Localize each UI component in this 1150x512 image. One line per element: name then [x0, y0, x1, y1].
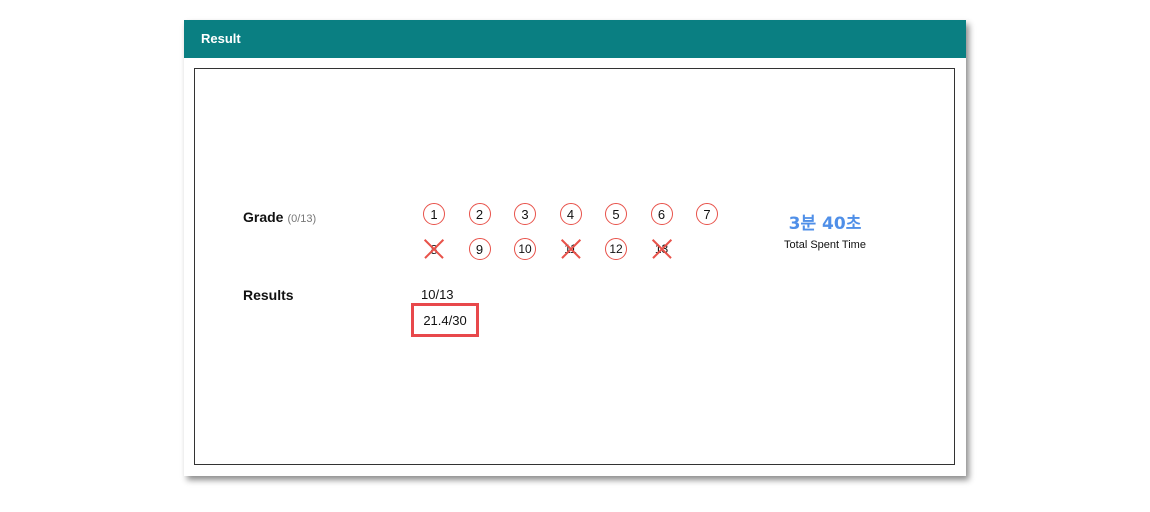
question-12-correct: 12: [605, 238, 627, 260]
question-4-correct: 4: [559, 203, 582, 225]
spent-time: 3분 40초 Total Spent Time: [755, 209, 895, 251]
correct-count: 10/13: [421, 287, 454, 302]
result-content: Grade (0/13) 1 2 3 4 5 6 7 8 9 10 11 12 13 3분 40초 Tot…: [194, 68, 955, 465]
question-3-correct: 3: [514, 203, 536, 225]
grade-label-text: Grade: [243, 209, 284, 225]
question-2-correct: 2: [468, 203, 491, 225]
question-8-wrong: 8: [423, 238, 445, 260]
panel-title: Result: [201, 31, 241, 46]
question-9-correct: 9: [468, 238, 491, 260]
spent-time-value: 3분 40초: [788, 214, 862, 234]
question-13-wrong: 13: [650, 238, 673, 260]
question-5-correct: 5: [605, 203, 627, 225]
question-11-wrong: 11: [559, 238, 582, 260]
score-highlight-box: 21.4/30: [411, 303, 479, 337]
panel-header: Result: [184, 20, 966, 58]
grade-label: Grade (0/13): [243, 209, 316, 225]
question-6-correct: 6: [650, 203, 673, 225]
result-panel: Result Grade (0/13) 1 2 3 4 5 6 7 8 9 10 11 12 13 3분 …: [184, 20, 966, 476]
grade-count: (0/13): [287, 213, 317, 225]
score-value: 21.4/30: [423, 312, 467, 328]
question-1-correct: 1: [423, 203, 445, 225]
results-label: Results: [243, 287, 294, 303]
spent-time-caption: Total Spent Time: [784, 239, 866, 251]
question-7-correct: 7: [696, 203, 718, 225]
question-10-correct: 10: [514, 238, 536, 260]
